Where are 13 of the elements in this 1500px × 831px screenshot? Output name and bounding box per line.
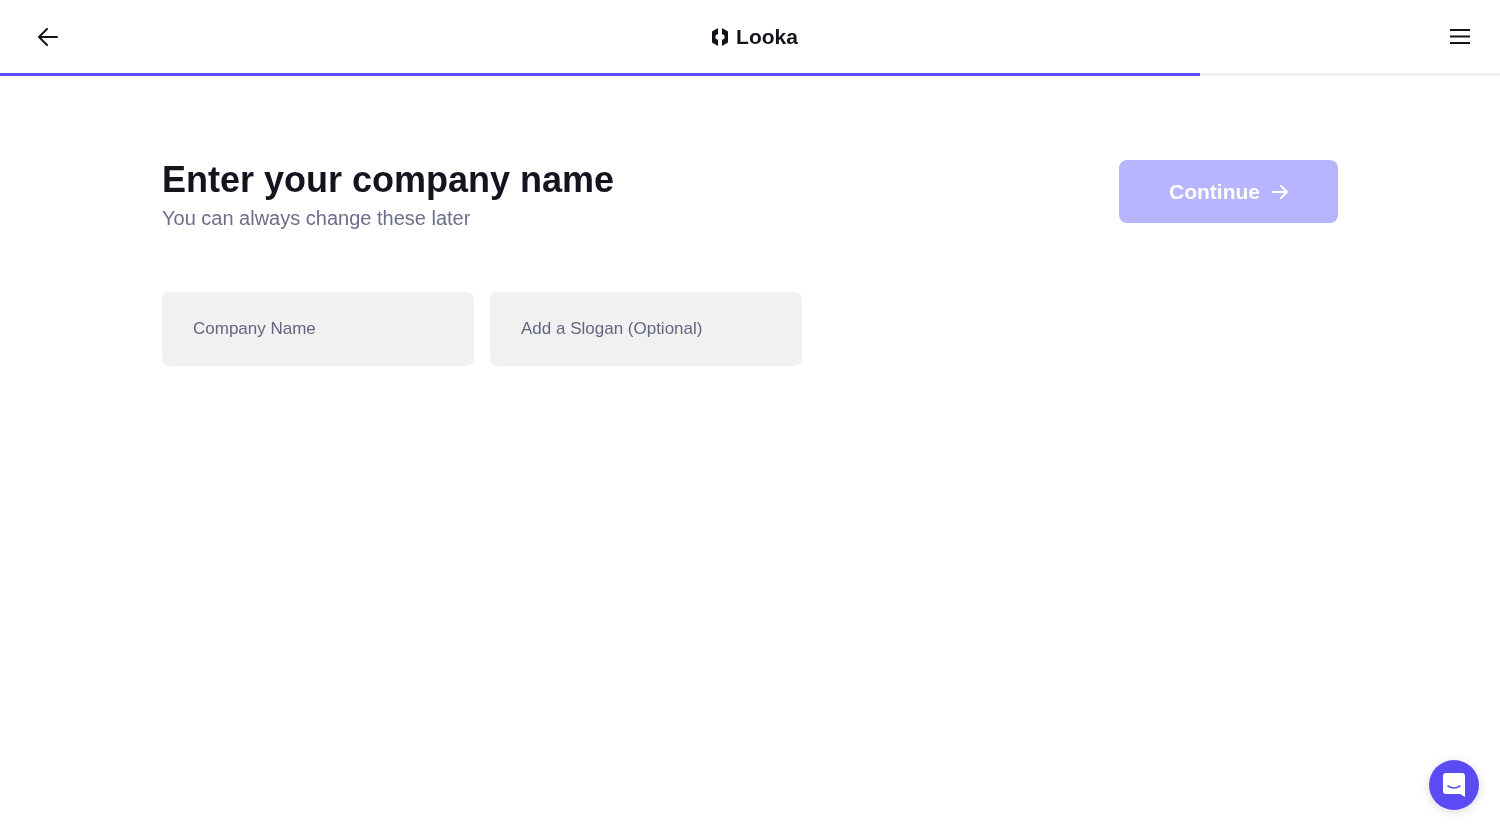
page-heading: Enter your company name	[162, 158, 615, 202]
chat-button[interactable]	[1429, 760, 1479, 810]
arrow-right-icon	[1272, 184, 1288, 199]
logo-text: Looka	[736, 24, 798, 49]
menu-button[interactable]	[1450, 29, 1470, 44]
text-field[interactable]: Company Name	[162, 292, 474, 367]
text-field[interactable]: Add a Slogan (Optional)	[490, 292, 802, 367]
back-arrow-icon	[38, 27, 58, 46]
page-subheading: You can always change these later	[162, 207, 472, 231]
logo-icon	[710, 26, 731, 47]
menu-icon	[1450, 29, 1470, 44]
chat-icon	[1443, 773, 1465, 797]
back-button[interactable]	[38, 27, 58, 46]
